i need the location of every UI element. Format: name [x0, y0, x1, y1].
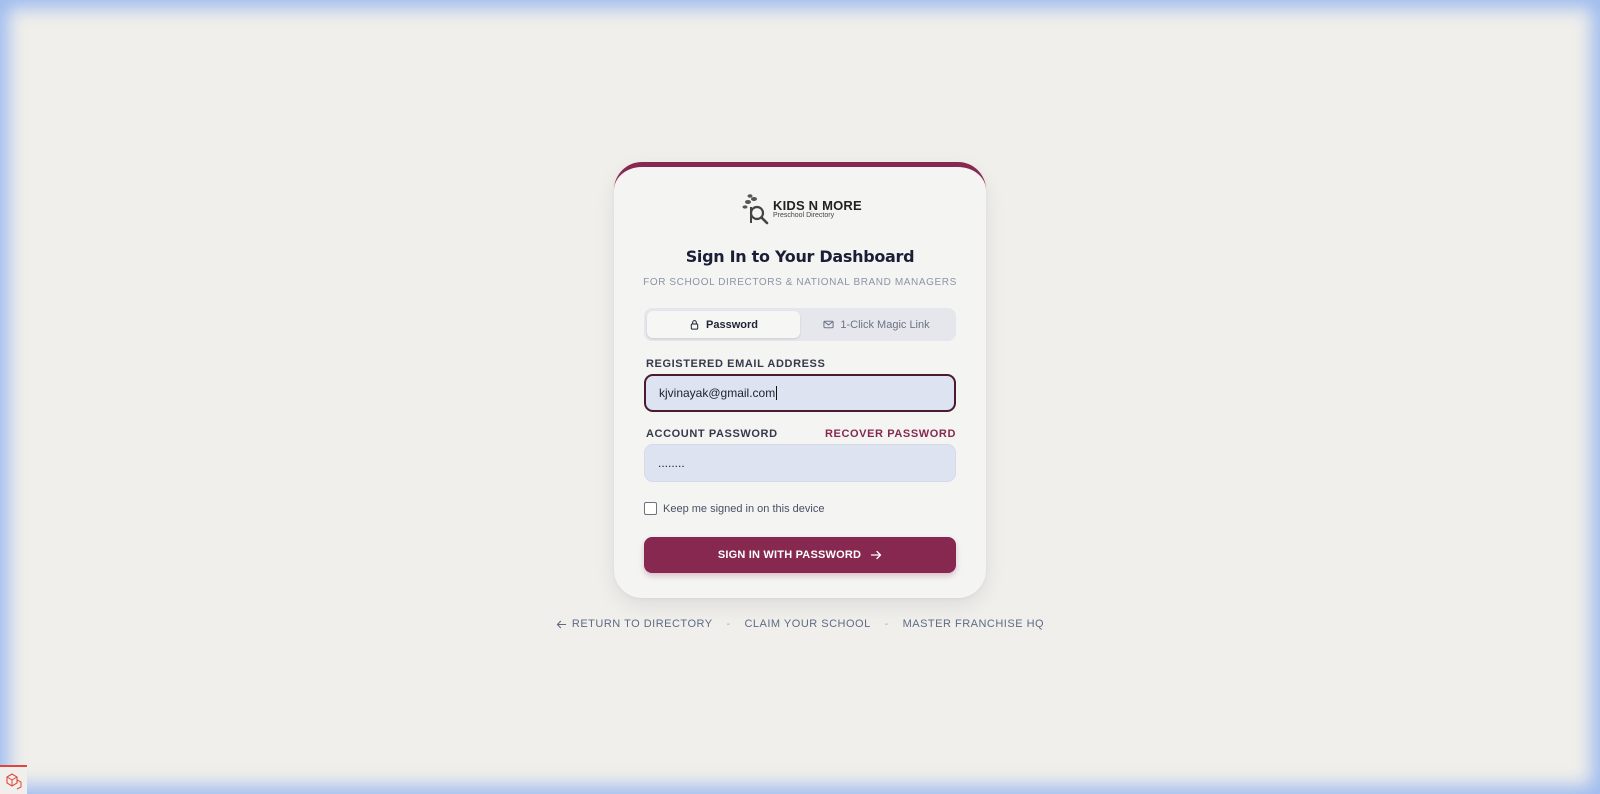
tab-password-label: Password [706, 318, 758, 331]
debug-toolbar-badge[interactable] [0, 765, 27, 794]
remember-me-row: Keep me signed in on this device [644, 502, 824, 515]
logo-name: KIDS N MORE [773, 197, 862, 213]
tab-password[interactable]: Password [647, 311, 800, 338]
password-field[interactable]: ........ [644, 444, 956, 482]
email-value: kjvinayak@gmail.com [659, 386, 776, 400]
remember-me-checkbox[interactable] [644, 502, 657, 515]
return-to-directory-label: RETURN TO DIRECTORY [571, 618, 713, 630]
arrow-left-icon [556, 620, 567, 628]
remember-me-label[interactable]: Keep me signed in on this device [663, 503, 824, 515]
page-title: Sign In to Your Dashboard [685, 247, 915, 266]
auth-method-tabs: Password 1-Click Magic Link [644, 308, 956, 341]
recover-password-link[interactable]: RECOVER PASSWORD [825, 428, 956, 440]
claim-school-link[interactable]: CLAIM YOUR SCHOOL [744, 618, 870, 630]
brand-logo: KIDS N MORE Preschool Directory [741, 193, 862, 225]
framework-logo-icon [5, 772, 21, 789]
text-caret [776, 386, 778, 400]
mail-icon [823, 320, 834, 329]
page-subtitle: FOR SCHOOL DIRECTORS & NATIONAL BRAND MA… [643, 277, 957, 288]
email-field[interactable]: kjvinayak@gmail.com [644, 374, 956, 412]
logo-tagline: Preschool Directory [773, 211, 835, 219]
lock-icon [690, 320, 699, 330]
sign-in-card: KIDS N MORE Preschool Directory Sign In … [614, 162, 986, 598]
password-label: ACCOUNT PASSWORD [646, 428, 778, 440]
footer-separator: - [884, 618, 889, 630]
email-label: REGISTERED EMAIL ADDRESS [646, 358, 826, 370]
sign-in-button[interactable]: SIGN IN WITH PASSWORD [644, 537, 956, 573]
tab-magic-link-label: 1-Click Magic Link [840, 318, 930, 331]
tab-magic-link[interactable]: 1-Click Magic Link [800, 311, 953, 338]
sign-in-button-label: SIGN IN WITH PASSWORD [717, 549, 862, 561]
tree-magnifier-icon [742, 194, 769, 225]
master-franchise-hq-link[interactable]: MASTER FRANCHISE HQ [903, 618, 1045, 630]
footer-links: RETURN TO DIRECTORY - CLAIM YOUR SCHOOL … [0, 618, 1600, 630]
password-value: ........ [658, 456, 685, 470]
footer-separator: - [726, 618, 731, 630]
return-to-directory-link[interactable]: RETURN TO DIRECTORY [556, 618, 713, 630]
arrow-right-icon [871, 550, 882, 560]
